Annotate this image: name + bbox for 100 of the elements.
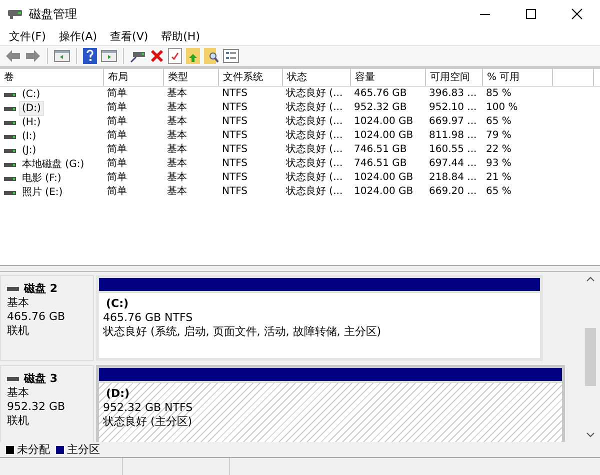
volume-name[interactable]: (D:) [19, 101, 44, 116]
drive-icon [4, 174, 16, 182]
volume-name[interactable]: (I:) [19, 129, 40, 144]
table-cell-text: 1024.00 GB [353, 171, 414, 185]
table-cell-text: 697.44 ... [428, 157, 478, 171]
column-header[interactable]: 容量 [351, 69, 426, 86]
disk-size: 952.32 GB [7, 400, 66, 414]
help-icon[interactable] [83, 48, 97, 64]
scroll-up-icon[interactable] [586, 276, 594, 282]
disk-name: 磁盘 2 [24, 282, 58, 296]
volume-name[interactable]: 照片 (E:) [19, 185, 66, 200]
partition-block[interactable]: (C:) 465.76 GB NTFS 状态良好 (系统, 启动, 页面文件, 活动, 故障转储, 主分区) [96, 275, 543, 361]
table-cell-text: 基本 [166, 157, 188, 171]
table-cell-text: 简单 [106, 171, 128, 185]
column-header[interactable]: 文件系统 [219, 69, 283, 86]
column-header[interactable]: 类型 [164, 69, 219, 86]
table-cell-text: 状态良好 (... [285, 87, 344, 101]
table-cell-text: 669.20 ... [428, 185, 478, 199]
table-cell-text: 1024.00 GB [353, 115, 414, 129]
disk-size: 465.76 GB [7, 310, 66, 324]
table-cell-text: 基本 [166, 185, 188, 199]
table-cell-text: 93 % [485, 157, 512, 171]
disk-type: 基本 [7, 386, 30, 400]
drive-icon [4, 90, 16, 98]
table-cell-text: 简单 [106, 129, 128, 143]
table-cell-text: 22 % [485, 143, 512, 157]
column-header[interactable]: 布局 [104, 69, 164, 86]
table-cell-text: 669.97 ... [428, 115, 478, 129]
menu-item[interactable]: 文件(F) [3, 29, 53, 44]
column-header[interactable]: 卷 [0, 69, 104, 86]
drive-icon [7, 375, 19, 383]
table-cell-text: 状态良好 (... [285, 143, 344, 157]
panel-icon[interactable] [54, 49, 70, 63]
table-cell-text: 396.83 ... [428, 87, 478, 101]
legend-label: 未分配 [17, 442, 50, 457]
table-cell-text: 基本 [166, 143, 188, 157]
legend-label: 主分区 [67, 442, 100, 457]
partition-label: (C:) [105, 297, 130, 311]
table-cell-text: 811.98 ... [428, 129, 478, 143]
column-header[interactable]: 状态 [283, 69, 351, 86]
table-cell-text: 465.76 GB [353, 87, 408, 101]
drive-icon[interactable] [130, 49, 146, 63]
drive-icon [4, 146, 16, 154]
table-cell-text: 基本 [166, 115, 188, 129]
panel-icon[interactable] [101, 49, 117, 63]
table-cell-text: 简单 [106, 87, 128, 101]
partition-status: 状态良好 (主分区) [103, 415, 194, 429]
table-cell-text: 简单 [106, 157, 128, 171]
drive-icon [4, 118, 16, 126]
checklist-icon[interactable] [168, 48, 182, 64]
forward-arrow-icon[interactable] [25, 49, 41, 63]
partition-block[interactable]: (D:) 952.32 GB NTFS 状态良好 (主分区) [96, 365, 565, 442]
menu-item[interactable]: 操作(A) [52, 29, 104, 44]
table-cell-text: NTFS [221, 157, 249, 171]
table-cell-text: 21 % [485, 171, 512, 185]
table-cell-text: NTFS [221, 185, 249, 199]
volume-name[interactable]: (C:) [19, 87, 44, 102]
table-cell-text: 1024.00 GB [353, 185, 414, 199]
table-cell-text: NTFS [221, 143, 249, 157]
disk-name: 磁盘 3 [24, 372, 58, 386]
table-cell-text: 65 % [485, 185, 512, 199]
column-header[interactable]: 可用空间 [426, 69, 483, 86]
table-cell-text: 基本 [166, 129, 188, 143]
table-cell-text: 基本 [166, 101, 188, 115]
back-arrow-icon[interactable] [5, 49, 21, 63]
table-cell-text: 简单 [106, 101, 128, 115]
table-cell-text: 746.51 GB [353, 143, 408, 157]
partition-label: (D:) [105, 387, 131, 401]
folder-search-icon[interactable] [204, 48, 219, 64]
menu-item[interactable]: 查看(V) [104, 29, 156, 44]
volume-name[interactable]: (J:) [19, 143, 40, 158]
table-cell-text: 简单 [106, 185, 128, 199]
column-header[interactable]: % 可用 [483, 69, 553, 86]
table-cell-text: 1024.00 GB [353, 129, 414, 143]
volume-name[interactable]: 本地磁盘 (G:) [19, 157, 88, 172]
table-cell-text: 952.32 GB [353, 101, 408, 115]
drive-icon [4, 132, 16, 140]
scroll-down-icon[interactable] [586, 432, 594, 438]
table-cell-text: 79 % [485, 129, 512, 143]
table-cell-text: 218.84 ... [428, 171, 478, 185]
volume-name[interactable]: 电影 (F:) [19, 171, 64, 186]
table-cell-text: 状态良好 (... [285, 129, 344, 143]
drive-icon [4, 188, 16, 196]
drive-icon [4, 160, 16, 168]
list-icon[interactable] [223, 49, 239, 63]
table-cell-text: 160.55 ... [428, 143, 478, 157]
drive-icon [7, 285, 19, 293]
delete-icon[interactable] [150, 49, 164, 63]
table-cell-text: 状态良好 (... [285, 185, 344, 199]
table-cell-text: 状态良好 (... [285, 101, 344, 115]
table-cell-text: 状态良好 (... [285, 115, 344, 129]
table-cell-text: 952.10 ... [428, 101, 478, 115]
scroll-thumb[interactable] [584, 328, 596, 386]
volume-name[interactable]: (H:) [19, 115, 44, 130]
partition-size: 465.76 GB NTFS [103, 311, 194, 325]
table-cell-text: 状态良好 (... [285, 157, 344, 171]
partition-size: 952.32 GB NTFS [103, 401, 194, 415]
drive-icon [4, 104, 16, 112]
disk-status: 联机 [7, 324, 30, 338]
menu-item[interactable]: 帮助(H) [155, 29, 207, 44]
